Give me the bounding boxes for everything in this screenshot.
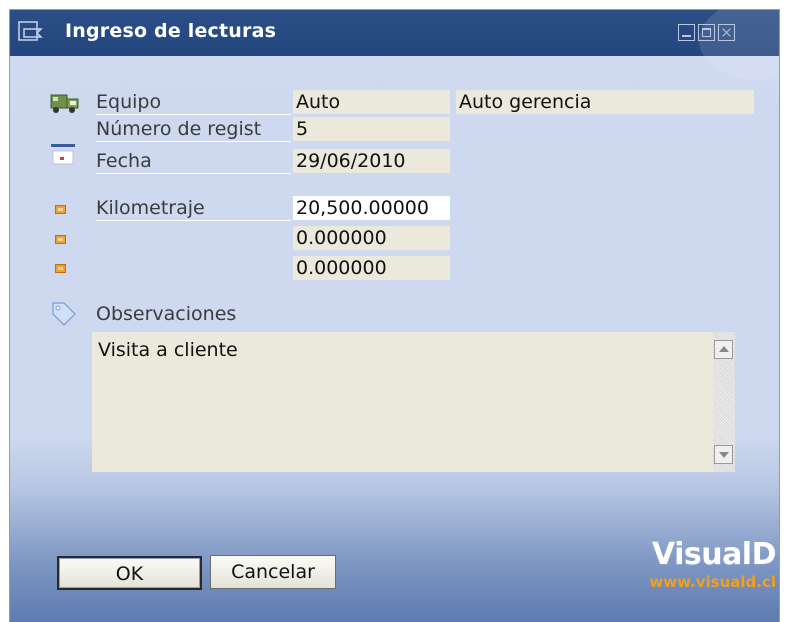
kilometraje-label: Kilometraje <box>96 196 291 221</box>
fecha-label: Fecha <box>96 149 291 174</box>
extra-reading-2-field[interactable]: 0.000000 <box>293 256 450 280</box>
truck-icon <box>50 94 79 113</box>
numero-registro-field[interactable]: 5 <box>293 117 450 141</box>
equipo-description-field[interactable]: Auto gerencia <box>456 90 754 114</box>
scroll-down-button[interactable] <box>714 445 733 464</box>
equipo-code-field[interactable]: Auto <box>293 90 450 114</box>
fecha-field[interactable]: 29/06/2010 <box>293 149 450 173</box>
title-bar[interactable]: Ingreso de lecturas <box>10 10 779 80</box>
window-title: Ingreso de lecturas <box>65 20 277 42</box>
numero-registro-label: Número de regist <box>96 117 291 142</box>
orange-bullet-icon <box>55 264 66 273</box>
close-button[interactable] <box>718 24 735 41</box>
title-bar-decoration <box>699 10 779 80</box>
minimize-button[interactable] <box>678 24 695 41</box>
visuald-logo: VisualD www.visuald.cl <box>606 537 777 592</box>
cancel-button[interactable]: Cancelar <box>210 555 336 589</box>
scroll-up-button[interactable] <box>714 340 733 359</box>
observaciones-text: Visita a cliente <box>98 339 238 361</box>
tag-icon <box>52 302 76 326</box>
equipo-label: Equipo <box>96 90 291 115</box>
extra-reading-1-field[interactable]: 0.000000 <box>293 226 450 250</box>
dialog-window: Ingreso de lecturas Equipo Auto Auto ger… <box>10 10 779 622</box>
orange-bullet-icon <box>55 235 66 244</box>
orange-bullet-icon <box>55 205 66 214</box>
logo-text: VisualD <box>651 537 777 572</box>
ok-button[interactable]: OK <box>57 556 202 590</box>
calendar-icon <box>51 144 75 165</box>
observaciones-scrollbar[interactable] <box>713 332 735 472</box>
form-window-icon <box>18 21 43 41</box>
maximize-button[interactable] <box>698 24 715 41</box>
observaciones-label: Observaciones <box>96 303 237 325</box>
kilometraje-field[interactable]: 20,500.00000 <box>293 196 450 220</box>
observaciones-textarea[interactable]: Visita a cliente <box>92 332 735 472</box>
logo-url: www.visuald.cl <box>649 573 776 591</box>
